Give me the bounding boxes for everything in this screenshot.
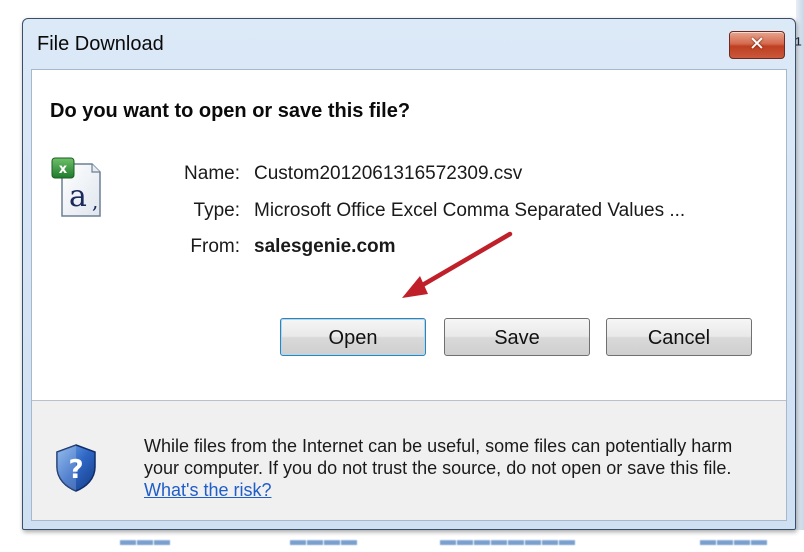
whats-the-risk-link[interactable]: What's the risk? <box>144 480 271 500</box>
background-page-text: ▬▬▬ ▬▬▬▬ ▬▬▬▬▬▬▬▬ ▬▬▬▬ <box>0 530 804 552</box>
background-window-edge <box>796 0 804 552</box>
file-download-dialog: File Download ✕ Do you want to open or s… <box>22 18 796 530</box>
svg-text:?: ? <box>68 455 83 485</box>
dialog-body: Do you want to open or save this file? x… <box>31 69 787 521</box>
name-label: Name: <box>184 163 240 184</box>
svg-text:a: a <box>69 179 87 214</box>
background-glyph: ¹ <box>795 34 802 56</box>
security-shield-question-icon: ? <box>56 444 96 492</box>
security-warning: ? While files from the Internet can be u… <box>32 401 786 520</box>
type-label: Type: <box>193 200 240 221</box>
warning-text: While files from the Internet can be use… <box>144 436 733 478</box>
background-page <box>0 0 804 14</box>
excel-csv-file-icon: x a , <box>51 157 101 217</box>
from-label: From: <box>190 236 240 257</box>
dialog-title: File Download <box>37 33 164 55</box>
close-icon: ✕ <box>749 33 765 55</box>
open-button[interactable]: Open <box>280 318 426 356</box>
close-button[interactable]: ✕ <box>729 31 785 59</box>
annotation-arrow-icon <box>402 231 513 298</box>
type-value: Microsoft Office Excel Comma Separated V… <box>254 200 686 221</box>
cancel-button[interactable]: Cancel <box>606 318 752 356</box>
name-value: Custom2012061316572309.csv <box>254 163 523 184</box>
svg-text:x: x <box>59 162 68 177</box>
warning-message: While files from the Internet can be use… <box>144 435 764 501</box>
svg-text:,: , <box>92 189 98 213</box>
title-bar[interactable]: File Download ✕ <box>23 19 795 69</box>
save-button[interactable]: Save <box>444 318 590 356</box>
dialog-heading: Do you want to open or save this file? <box>50 100 411 122</box>
